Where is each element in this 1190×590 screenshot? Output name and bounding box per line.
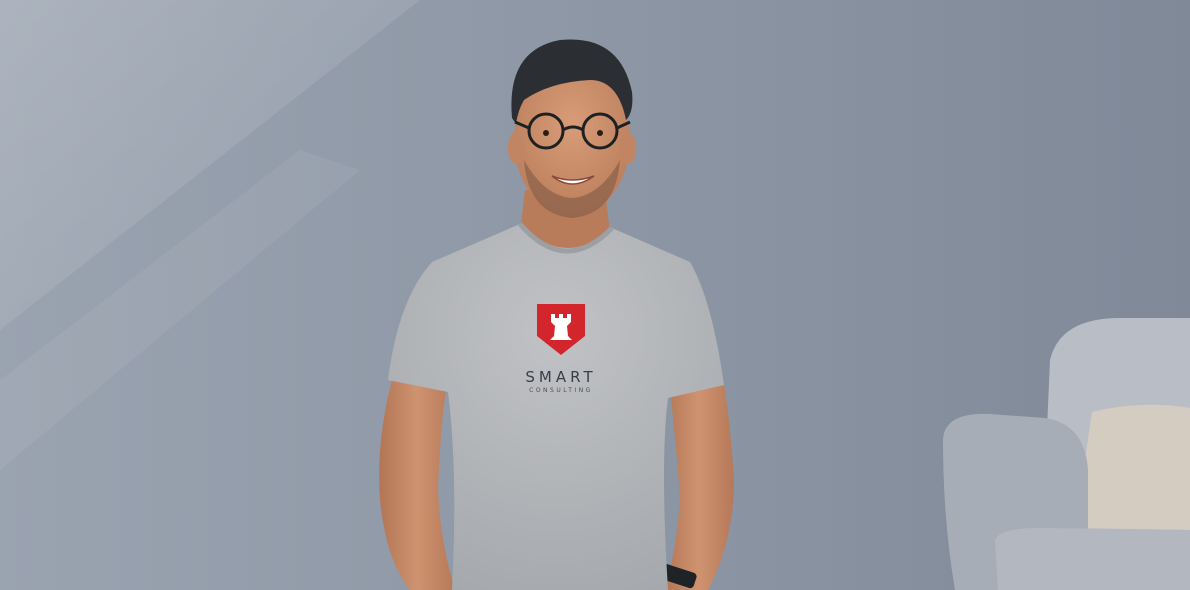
photo-scene	[0, 0, 1190, 590]
shirt-logo-wordmark: SMART	[525, 368, 597, 386]
shirt-logo-tagline: CONSULTING	[529, 387, 593, 394]
product-photo: SMART CONSULTING	[0, 0, 1190, 590]
